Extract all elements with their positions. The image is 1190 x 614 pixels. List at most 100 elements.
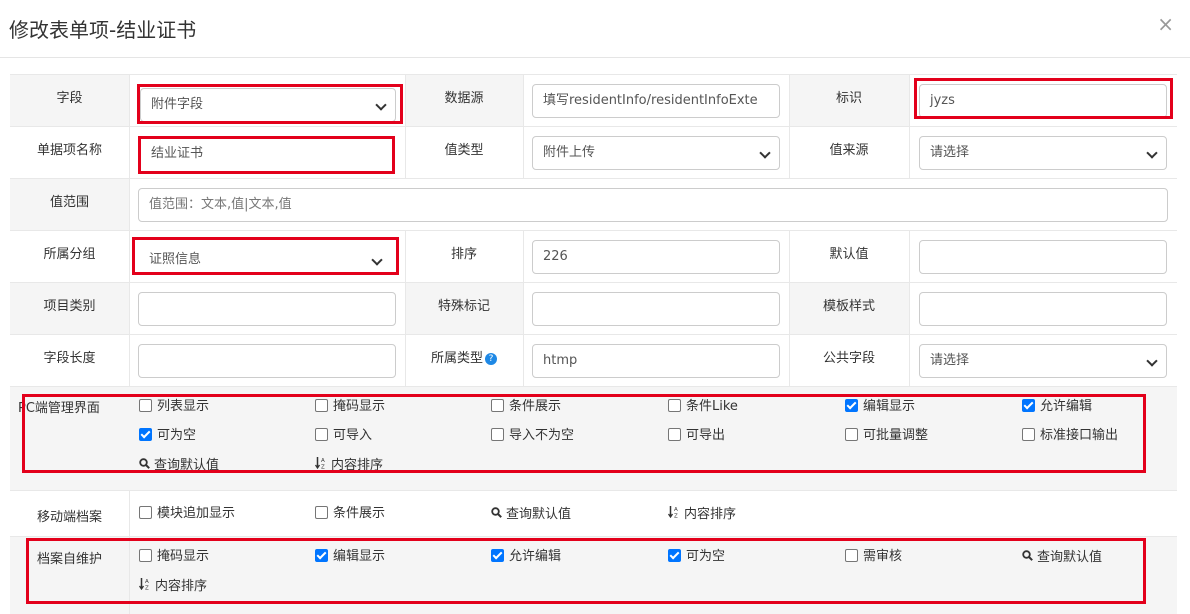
option-checkbox[interactable]: 可导出 xyxy=(668,427,725,445)
label-belong-type: 所属类型 xyxy=(430,351,483,366)
query-default-link[interactable]: 查询默认值 xyxy=(1022,548,1102,566)
option-checkbox[interactable]: 标准接口输出 xyxy=(1022,427,1118,445)
sort-alpha-icon: AZ xyxy=(667,505,680,523)
option-checkbox[interactable]: 允许编辑 xyxy=(1022,398,1092,416)
label-value-range: 值范围 xyxy=(49,195,89,210)
group-select[interactable]: 证照信息 xyxy=(138,243,392,277)
option-checkbox[interactable]: 列表显示 xyxy=(139,398,209,416)
option-checkbox[interactable]: 条件Like xyxy=(668,398,738,416)
label-self: 档案自维护 xyxy=(36,552,102,567)
order-input[interactable]: 226 xyxy=(532,240,780,274)
label-default: 默认值 xyxy=(829,247,869,262)
option-checkbox[interactable]: 可批量调整 xyxy=(845,427,928,445)
option-label: 允许编辑 xyxy=(509,549,562,564)
label-group: 所属分组 xyxy=(43,247,96,262)
label-value-source: 值来源 xyxy=(829,143,869,158)
label-value-type: 值类型 xyxy=(444,143,484,158)
checkbox-unchecked-icon[interactable] xyxy=(491,428,504,441)
query-default-link[interactable]: 查询默认值 xyxy=(139,456,219,474)
checkbox-unchecked-icon[interactable] xyxy=(491,399,504,412)
checkbox-checked-icon[interactable] xyxy=(668,549,681,562)
checkbox-unchecked-icon[interactable] xyxy=(668,399,681,412)
option-label: 编辑显示 xyxy=(333,549,386,564)
label-order: 排序 xyxy=(450,247,477,262)
public-field-select[interactable]: 请选择 xyxy=(919,344,1167,378)
option-label: 可导入 xyxy=(333,428,373,443)
checkbox-unchecked-icon[interactable] xyxy=(139,506,152,519)
item-name-input[interactable]: 结业证书 xyxy=(140,137,390,171)
datasource-input[interactable]: 填写residentInfo/residentInfoExte xyxy=(532,84,780,118)
option-checkbox[interactable]: 可导入 xyxy=(315,427,372,445)
link-label: 内容排序 xyxy=(155,579,208,594)
checkbox-checked-icon[interactable] xyxy=(1022,399,1035,412)
query-default-link[interactable]: 查询默认值 xyxy=(491,505,571,523)
option-label: 列表显示 xyxy=(157,399,210,414)
checkbox-checked-icon[interactable] xyxy=(139,428,152,441)
checkbox-unchecked-icon[interactable] xyxy=(845,428,858,441)
form-row-length: 字段长度 所属类型? htmp 公共字段 请选择 xyxy=(10,334,1177,386)
option-label: 条件展示 xyxy=(333,506,386,521)
help-icon[interactable]: ? xyxy=(485,353,497,365)
identifier-input[interactable]: jyzs xyxy=(919,84,1167,118)
label-item-name: 单据项名称 xyxy=(36,143,102,158)
sort-content-link[interactable]: A Z 内容排序 xyxy=(138,577,208,595)
special-input[interactable] xyxy=(532,292,780,326)
close-icon[interactable]: × xyxy=(1157,12,1174,36)
checkbox-unchecked-icon[interactable] xyxy=(139,399,152,412)
label-category: 项目类别 xyxy=(43,299,96,314)
option-checkbox[interactable]: 模块追加显示 xyxy=(139,505,235,523)
checkbox-unchecked-icon[interactable] xyxy=(1022,428,1035,441)
checkbox-unchecked-icon[interactable] xyxy=(668,428,681,441)
category-input[interactable] xyxy=(138,292,396,326)
label-public-field: 公共字段 xyxy=(822,351,875,366)
form-row-pc: PC端管理界面 列表显示 掩码显示 条件展示 条件Like 编辑显示 允许编辑 可为空 可导入… xyxy=(10,386,1177,490)
svg-text:Z: Z xyxy=(321,465,325,470)
sort-content-link[interactable]: A Z 内容排序 xyxy=(314,456,383,474)
checkbox-unchecked-icon[interactable] xyxy=(315,506,328,519)
value-range-input[interactable]: 值范围：文本,值|文本,值 xyxy=(138,188,1168,222)
option-checkbox[interactable]: 可为空 xyxy=(139,427,196,445)
value-source-select[interactable]: 请选择 xyxy=(919,136,1167,170)
option-checkbox[interactable]: 掩码显示 xyxy=(139,548,209,566)
svg-text:Z: Z xyxy=(145,586,149,591)
label-field: 字段 xyxy=(56,91,83,106)
checkbox-checked-icon[interactable] xyxy=(845,399,858,412)
option-label: 可批量调整 xyxy=(863,428,929,443)
option-checkbox[interactable]: 可为空 xyxy=(668,548,725,566)
template-input[interactable] xyxy=(919,292,1167,326)
option-checkbox[interactable]: 导入不为空 xyxy=(491,427,574,445)
value-type-select[interactable]: 附件上传 xyxy=(532,136,780,170)
option-checkbox[interactable]: 允许编辑 xyxy=(491,548,561,566)
checkbox-checked-icon[interactable] xyxy=(491,549,504,562)
svg-text:Z: Z xyxy=(674,514,678,519)
checkbox-unchecked-icon[interactable] xyxy=(315,399,328,412)
option-checkbox[interactable]: 掩码显示 xyxy=(315,398,385,416)
label-mobile: 移动端档案 xyxy=(36,510,102,525)
option-label: 可导出 xyxy=(686,428,726,443)
checkbox-unchecked-icon[interactable] xyxy=(139,549,152,562)
length-input[interactable] xyxy=(138,344,396,378)
checkbox-unchecked-icon[interactable] xyxy=(845,549,858,562)
field-select[interactable]: 附件字段 xyxy=(140,88,396,122)
option-checkbox[interactable]: 编辑显示 xyxy=(315,548,385,566)
label-belong-type-wrap: 所属类型? xyxy=(405,347,523,366)
default-input[interactable] xyxy=(919,240,1167,274)
svg-text:A: A xyxy=(321,458,325,464)
option-checkbox[interactable]: 需审核 xyxy=(845,548,902,566)
sort-alpha-icon: AZ xyxy=(138,577,151,595)
option-label: 掩码显示 xyxy=(157,549,210,564)
sort-content-link[interactable]: A Z 内容排序 xyxy=(667,505,737,523)
option-checkbox[interactable]: 条件展示 xyxy=(491,398,561,416)
svg-text:A: A xyxy=(674,507,678,513)
checkbox-unchecked-icon[interactable] xyxy=(315,428,328,441)
option-checkbox[interactable]: 编辑显示 xyxy=(845,398,915,416)
option-checkbox[interactable]: 条件展示 xyxy=(315,505,385,523)
option-label: 掩码显示 xyxy=(333,399,386,414)
belong-type-input[interactable]: htmp xyxy=(532,344,780,378)
option-label: 标准接口输出 xyxy=(1040,428,1119,443)
search-icon xyxy=(139,456,150,474)
link-label: 内容排序 xyxy=(684,507,737,522)
checkbox-checked-icon[interactable] xyxy=(315,549,328,562)
label-length: 字段长度 xyxy=(43,351,96,366)
label-datasource: 数据源 xyxy=(444,91,484,106)
